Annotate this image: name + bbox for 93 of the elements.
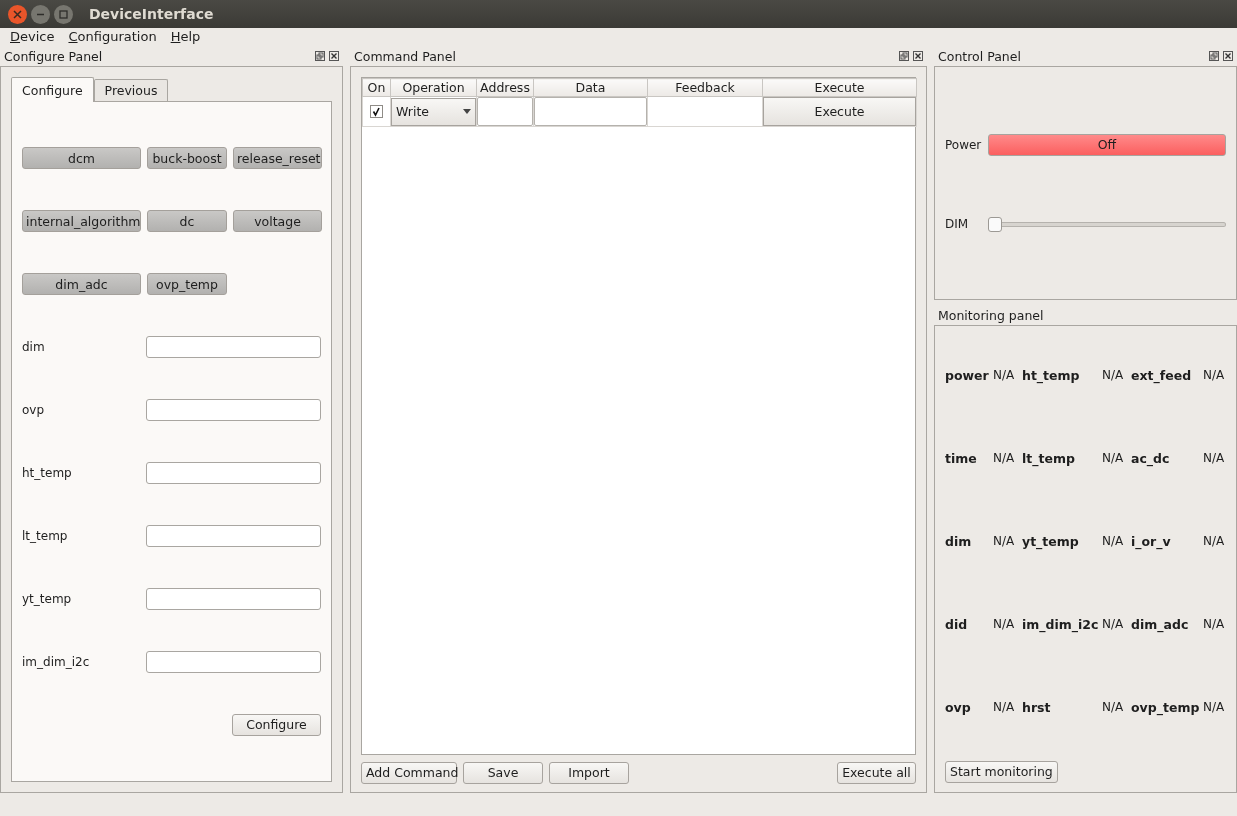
metric-value: N/A [1203,368,1226,383]
metric-value: N/A [1102,617,1125,632]
float-icon[interactable] [315,51,325,61]
table-cell-input[interactable] [477,97,533,126]
close-icon [13,9,22,19]
metric-label: ext_feed [1131,368,1193,383]
option-button[interactable]: dcm [22,147,141,169]
column-header: Address [476,78,534,97]
panel-title: Control Panel [938,48,1021,64]
power-label: Power [945,137,983,153]
column-header: Feedback [647,78,763,97]
option-button[interactable]: dc [147,210,227,232]
panel-title: Monitoring panel [938,307,1044,323]
column-header: On [362,78,391,97]
field-label: im_dim_i2c [22,654,90,670]
field-label: ovp [22,402,45,418]
execute-button[interactable]: Execute [763,97,916,126]
metric-label: ovp_temp [1131,700,1201,715]
column-header: Data [533,78,648,97]
maximize-button[interactable] [54,4,73,24]
input-field[interactable] [146,588,321,610]
command-button[interactable]: Save [463,762,543,784]
metric-label: power [945,368,990,383]
metric-label: did [945,617,969,632]
metric-value: N/A [1102,700,1125,715]
execute-all-button[interactable]: Execute all [837,762,916,784]
field-label: lt_temp [22,528,68,544]
dim-label: DIM [945,217,970,232]
metric-label: i_or_v [1131,534,1172,549]
metric-value: N/A [993,617,1016,632]
close-icon[interactable] [329,51,339,61]
metric-value: N/A [1203,617,1226,632]
tab[interactable]: Previous [93,79,169,101]
metric-value: N/A [993,368,1016,383]
metric-label: im_dim_i2c [1022,617,1100,632]
window-title: DeviceInterface [89,5,214,23]
operation-dropdown[interactable]: Write [391,97,476,126]
metric-label: lt_temp [1022,451,1076,466]
metric-value: N/A [993,534,1016,549]
table-cell-input[interactable] [534,97,647,126]
metric-label: ht_temp [1022,368,1081,383]
tab[interactable]: Configure [11,77,94,102]
panel-title: Command Panel [354,48,456,64]
field-label: ht_temp [22,465,72,481]
column-header: Operation [390,78,477,97]
input-field[interactable] [146,462,321,484]
field-label: yt_temp [22,591,72,607]
command-button[interactable]: Import [549,762,629,784]
option-button[interactable]: voltage [233,210,322,232]
close-icon[interactable] [1223,51,1233,61]
dropdown-arrow-icon [463,109,471,114]
close-icon[interactable] [913,51,923,61]
option-button[interactable]: internal_algorithm [22,210,141,232]
slider-thumb[interactable] [988,217,1002,232]
metric-value: N/A [1203,534,1226,549]
metric-value: N/A [993,700,1016,715]
power-button[interactable]: Off [988,134,1226,156]
minimize-button[interactable] [31,4,50,24]
configure-button[interactable]: Configure [232,714,321,736]
metric-value: N/A [1102,451,1125,466]
command-button[interactable]: Add Command [361,762,457,784]
metric-label: time [945,451,978,466]
metric-label: hrst [1022,700,1052,715]
float-icon[interactable] [1209,51,1219,61]
metric-label: ovp [945,700,972,715]
metric-value: N/A [1203,451,1226,466]
metric-value: N/A [1102,368,1125,383]
option-button[interactable]: dim_adc [22,273,141,295]
menu-item[interactable]: Device [10,29,55,45]
input-field[interactable] [146,336,321,358]
option-button[interactable]: release_reset [233,147,322,169]
input-field[interactable] [146,651,321,673]
metric-value: N/A [993,451,1016,466]
float-icon[interactable] [899,51,909,61]
checkbox[interactable] [370,105,383,118]
menu-item[interactable]: Help [170,29,201,45]
input-field[interactable] [146,525,321,547]
option-button[interactable]: buck-boost [147,147,227,169]
menu-item[interactable]: Configuration [68,29,157,45]
metric-value: N/A [1203,700,1226,715]
option-button[interactable]: ovp_temp [147,273,227,295]
metric-value: N/A [1102,534,1125,549]
metric-label: dim [945,534,973,549]
maximize-icon [59,9,68,19]
metric-label: ac_dc [1131,451,1171,466]
metric-label: dim_adc [1131,617,1190,632]
start-monitoring-button[interactable]: Start monitoring [945,761,1058,783]
field-label: dim [22,339,45,355]
column-header: Execute [762,78,917,97]
panel-title: Configure Panel [4,48,103,64]
close-button[interactable] [8,4,27,24]
metric-label: yt_temp [1022,534,1080,549]
input-field[interactable] [146,399,321,421]
